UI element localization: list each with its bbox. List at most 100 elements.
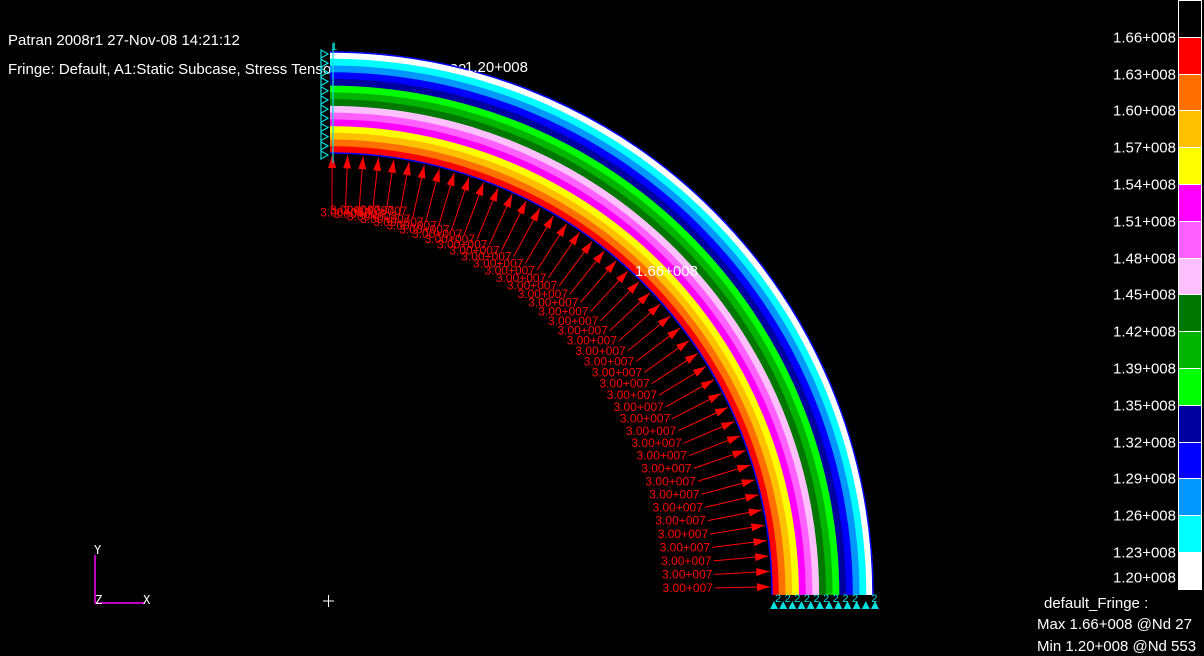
constraint-icon	[320, 131, 330, 142]
legend-max: Max 1.66+008 @Nd 27	[1037, 616, 1192, 633]
legend-separator	[1178, 184, 1202, 185]
legend-separator	[1178, 73, 1202, 75]
legend-separator	[1178, 294, 1202, 296]
legend-color-swatch	[1178, 111, 1202, 149]
z-axis-label: Z	[95, 593, 102, 607]
legend-color-swatch	[1178, 479, 1202, 517]
legend-label: 1.57+008	[1113, 139, 1176, 157]
legend-label: 1.54+008	[1113, 176, 1176, 194]
legend-color-swatch	[1178, 37, 1202, 75]
legend-separator	[1178, 404, 1202, 406]
max-marker-label: 1.66+008	[635, 263, 698, 280]
constraint-icon	[320, 122, 330, 133]
legend-separator	[1178, 478, 1202, 480]
pressure-label: 3.00+007	[655, 514, 706, 528]
constraint-label: 2	[852, 593, 858, 605]
legend-separator	[1178, 36, 1202, 38]
legend-label: 1.45+008	[1113, 286, 1176, 304]
pressure-label: 3.00+007	[653, 500, 704, 514]
constraint-label: 2	[871, 593, 877, 605]
constraint-icon	[320, 58, 330, 69]
fringe-band	[330, 132, 793, 595]
legend-label: 1.42+008	[1113, 323, 1176, 341]
legend-color-swatch	[1178, 185, 1202, 222]
origin-cross-icon	[323, 595, 334, 607]
pressure-label: 3.00+007	[649, 487, 700, 501]
pressure-arrow: 3.00+007	[662, 567, 770, 581]
legend-color-swatch	[1178, 332, 1202, 369]
legend-label: 1.60+008	[1113, 102, 1176, 120]
pressure-label: 3.00+007	[662, 567, 713, 581]
constraint-icon	[320, 104, 330, 115]
legend-color-swatch	[1178, 148, 1202, 185]
pressure-arrow: 3.00+007	[658, 523, 765, 541]
pressure-label: 3.00+007	[645, 474, 696, 488]
fringe-band	[330, 125, 800, 595]
constraint-label: 1	[331, 41, 337, 53]
axis-triad: Y X Z	[94, 543, 151, 607]
legend-separator	[1178, 257, 1202, 259]
legend-label: 1.29+008	[1113, 470, 1176, 488]
pressure-arrow: 3.00+007	[661, 553, 769, 568]
y-axis-label: Y	[94, 543, 102, 557]
legend-label: 1.66+008	[1113, 29, 1176, 47]
constraint-label: 2	[823, 593, 829, 605]
pressure-label: 3.00+007	[660, 540, 711, 554]
legend-min: Min 1.20+008 @Nd 553	[1037, 638, 1197, 655]
legend-separator	[1178, 220, 1202, 222]
legend-separator	[1178, 588, 1202, 590]
legend-label: 1.39+008	[1113, 360, 1176, 378]
pressure-arrow: 3.00+007	[663, 581, 770, 595]
constraint-label: 2	[813, 593, 819, 605]
legend-separator	[1178, 0, 1202, 1]
fringe-band	[330, 118, 807, 595]
legend-color-swatch	[1178, 369, 1202, 406]
legend-separator	[1178, 110, 1202, 112]
constraint-label: 2	[833, 593, 839, 605]
min-marker-label: 1.20+008	[465, 59, 528, 76]
pressure-label: 3.00+007	[661, 554, 712, 568]
constraint-icon	[861, 601, 870, 609]
constraint-label: 2	[804, 593, 810, 605]
legend-color-swatch	[1178, 405, 1202, 443]
constraint-icon	[320, 67, 330, 78]
constraint-icon	[320, 140, 330, 151]
legend-separator	[1178, 515, 1202, 517]
x-axis-label: X	[143, 593, 151, 607]
constraint-icon	[320, 76, 330, 87]
constraint-icon	[320, 149, 330, 161]
legend-separator	[1178, 147, 1202, 149]
constraint-label: 2	[794, 593, 800, 605]
legend-color-swatch	[1178, 442, 1202, 480]
fringe-band	[330, 112, 813, 595]
legend-label: 1.35+008	[1113, 397, 1176, 415]
legend-label: 1.63+008	[1113, 66, 1176, 84]
pressure-label: 3.00+007	[663, 581, 714, 595]
legend-separator	[1178, 368, 1202, 369]
constraint-label: 2	[785, 593, 791, 605]
constraint-icon	[320, 85, 330, 96]
legend-label: 1.23+008	[1113, 544, 1176, 562]
legend-separator	[1178, 552, 1202, 553]
legend-separator	[1178, 331, 1202, 333]
legend-color-swatch	[1178, 258, 1202, 296]
constraint-icon	[320, 94, 330, 105]
legend-color-swatch	[1178, 221, 1202, 259]
legend-separator	[1178, 441, 1202, 443]
legend-label: 1.48+008	[1113, 250, 1176, 268]
legend-color-swatch	[1178, 553, 1202, 590]
constraint-icon	[320, 113, 330, 124]
constraint-label: 2	[842, 593, 848, 605]
legend-label: 1.51+008	[1113, 213, 1176, 231]
legend-color-swatch	[1178, 1, 1202, 38]
legend-label: 1.20+008	[1113, 569, 1176, 587]
legend-name: default_Fringe :	[1044, 595, 1149, 612]
legend-color-swatch	[1178, 295, 1202, 333]
legend-color-swatch	[1178, 516, 1202, 553]
constraint-label: 2	[775, 593, 781, 605]
pressure-arrow: 3.00+007	[660, 538, 767, 554]
model-viewport[interactable]: 3.00+0073.00+0073.00+0073.00+0073.00+007…	[0, 0, 1204, 656]
legend-color-swatch	[1178, 74, 1202, 112]
constraint-icon	[320, 48, 330, 60]
legend-label: 1.32+008	[1113, 434, 1176, 452]
